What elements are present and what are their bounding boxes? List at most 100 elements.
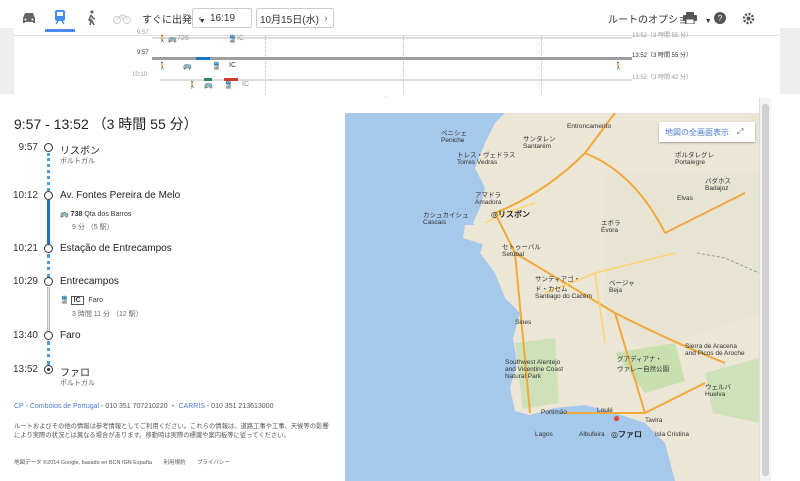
walk-icon bbox=[87, 10, 96, 26]
agency-link-carris[interactable]: CARRIS bbox=[179, 403, 205, 410]
bus-leg[interactable]: 🚌 738 Qta dos Barros bbox=[60, 210, 131, 218]
terms-link[interactable]: 利用規約 bbox=[164, 460, 186, 466]
timeline-row-selected[interactable]: 9:57 🚶 🚌 🚆 IC 🚶 13:52（3 時間 55 分） bbox=[0, 50, 780, 70]
gear-icon bbox=[742, 12, 754, 24]
origin-name[interactable]: リスボン bbox=[60, 142, 100, 157]
bus-icon: 🚌 bbox=[60, 211, 69, 218]
train-duration: 3 時間 11 分 （12 駅） bbox=[72, 311, 143, 318]
time-input[interactable]: ‹ 16:19 bbox=[192, 8, 252, 28]
walk-mode-button[interactable] bbox=[76, 4, 106, 32]
print-button[interactable] bbox=[680, 9, 700, 27]
route-summary: 9:57 - 13:52 （3 時間 55 分） bbox=[14, 116, 198, 132]
train-destination: Faro bbox=[88, 297, 104, 304]
walk-icon: 🚶 bbox=[614, 63, 623, 70]
bus-destination: Qta dos Barros bbox=[84, 211, 132, 218]
bus-number: 738 bbox=[70, 211, 83, 218]
disclaimer: ルートおよびその他の情報は参考情報としてご利用ください。これらの情報は、道路工事… bbox=[14, 423, 329, 440]
walk-segment bbox=[47, 153, 50, 191]
map-label: エボラ Évora bbox=[601, 220, 621, 234]
car-mode-button[interactable] bbox=[14, 4, 44, 32]
map-label: セトゥーバル Setúbal bbox=[502, 244, 541, 258]
train-badge: IC bbox=[70, 296, 84, 305]
stop-node bbox=[44, 191, 53, 200]
step-time: 10:21 bbox=[12, 243, 38, 254]
map-label: アマドラ Amadora bbox=[475, 192, 502, 206]
train-leg[interactable]: 🚆 IC Faro bbox=[60, 296, 103, 305]
train-segment bbox=[47, 287, 50, 331]
walk-segment bbox=[47, 341, 50, 365]
row-line-number: 726 bbox=[177, 35, 189, 42]
svg-text:?: ? bbox=[718, 14, 723, 23]
row-end-time: 13:52（3 時間 55 分） bbox=[632, 33, 693, 39]
walk-icon: 🚶 bbox=[188, 82, 197, 89]
map-label: Southwest Alentejo and Vicentine Coast N… bbox=[505, 359, 564, 380]
bus-icon: 🚌 bbox=[183, 63, 192, 70]
chevron-right-icon[interactable]: › bbox=[319, 13, 333, 23]
bike-icon bbox=[113, 14, 131, 24]
faro-label: ◎ファロ bbox=[611, 430, 642, 439]
settings-button[interactable] bbox=[739, 9, 757, 27]
row-start-time: 9:57 bbox=[137, 50, 149, 56]
map-label: バダホス Badajoz bbox=[705, 178, 731, 192]
agency-phone: - 010 351 213613000 bbox=[204, 403, 274, 410]
timeline-row[interactable]: 9:57 🚶 🚌 726 🚆 IC 13:52（3 時間 55 分） bbox=[0, 30, 780, 48]
stop-node bbox=[44, 331, 53, 340]
lisbon-name: リスボン bbox=[497, 210, 530, 219]
agency-info: CP - Combóios de Portugal - 010 351 7072… bbox=[14, 401, 273, 411]
footer: 地図データ ©2014 Google, basado en BCN IGN Es… bbox=[14, 458, 240, 466]
bus-duration: 9 分 （5 駅） bbox=[72, 224, 114, 231]
map-label: Tavira bbox=[645, 417, 663, 424]
resize-handle[interactable]: ⋯ bbox=[383, 94, 389, 101]
fullscreen-label: 地図の全画面表示 bbox=[665, 127, 729, 137]
map-label: Entroncamento bbox=[567, 123, 612, 130]
bus-icon: 🚌 bbox=[204, 82, 213, 89]
map-label: サンタレン Santarém bbox=[523, 136, 556, 150]
stop-name[interactable]: Faro bbox=[60, 330, 81, 341]
step-time: 10:29 bbox=[12, 276, 38, 287]
chevron-left-icon[interactable]: ‹ bbox=[193, 13, 207, 23]
date-input[interactable]: 10月15日(水) › bbox=[256, 8, 334, 28]
walk-icon: 🚶 bbox=[158, 63, 167, 70]
walk-segment bbox=[47, 254, 50, 278]
help-button[interactable]: ? bbox=[711, 9, 729, 27]
fullscreen-map-button[interactable]: 地図の全画面表示 ⤢ bbox=[659, 122, 755, 142]
row-line-number: IC bbox=[242, 81, 249, 88]
route-timeline: 9:57 🚶 🚌 726 🚆 IC 13:52（3 時間 55 分） 9:57 … bbox=[0, 28, 800, 94]
expand-icon: ⤢ bbox=[737, 127, 744, 136]
agency-link-cp[interactable]: CP - Combóios de Portugal bbox=[14, 403, 99, 410]
stop-node bbox=[44, 244, 53, 253]
walk-icon: 🚶 bbox=[158, 36, 167, 43]
timeline-row[interactable]: 10:10 🚶 🚌 🚆 IC 13:52（3 時間 42 分） bbox=[0, 72, 780, 90]
map-label: トレス・ヴェドラス Torres Vedras bbox=[457, 152, 516, 166]
map[interactable]: 地図の全画面表示 ⤢ ペニシェ Peniche サンタレン Santarém E… bbox=[345, 113, 759, 481]
step-time: 13:52 bbox=[12, 364, 38, 375]
map-label: グアディアナ・ ヴァレー自然公園 bbox=[617, 356, 669, 373]
map-label: ポルタレグレ Portalegre bbox=[675, 152, 714, 166]
stop-name[interactable]: Estação de Entrecampos bbox=[60, 243, 172, 254]
privacy-link[interactable]: プライバシー bbox=[197, 460, 230, 466]
map-label: カシュカイシュ Cascais bbox=[423, 212, 469, 226]
row-end-time: 13:52（3 時間 42 分） bbox=[632, 75, 693, 81]
train-icon: 🚆 bbox=[60, 297, 69, 304]
map-label: ウェルバ Huelva bbox=[705, 384, 731, 398]
destination-name[interactable]: ファロ bbox=[60, 364, 90, 379]
bus-segment bbox=[196, 57, 210, 60]
row-bar bbox=[152, 57, 632, 60]
map-label: Loulé bbox=[597, 407, 613, 414]
row-line-number: IC bbox=[229, 62, 236, 69]
scrollbar[interactable] bbox=[759, 98, 771, 481]
bike-mode-button[interactable] bbox=[107, 4, 137, 32]
map-label: Elvas bbox=[677, 195, 693, 202]
map-data-credit: 地図データ ©2014 Google, basado en BCN IGN Es… bbox=[14, 460, 152, 466]
date-value: 10月15日(水) bbox=[260, 14, 319, 26]
destination-pin-icon: ● bbox=[613, 411, 621, 425]
depart-label: すぐに出発 bbox=[142, 15, 192, 26]
row-line-number: IC bbox=[237, 35, 244, 42]
stop-name[interactable]: Entrecampos bbox=[60, 276, 119, 287]
stop-name[interactable]: Av. Fontes Pereira de Melo bbox=[60, 190, 180, 201]
right-gutter bbox=[771, 94, 800, 481]
scrollbar-thumb[interactable] bbox=[762, 104, 769, 476]
transit-mode-button[interactable] bbox=[45, 4, 75, 32]
train-icon: 🚆 bbox=[212, 63, 221, 70]
help-icon: ? bbox=[714, 12, 726, 24]
